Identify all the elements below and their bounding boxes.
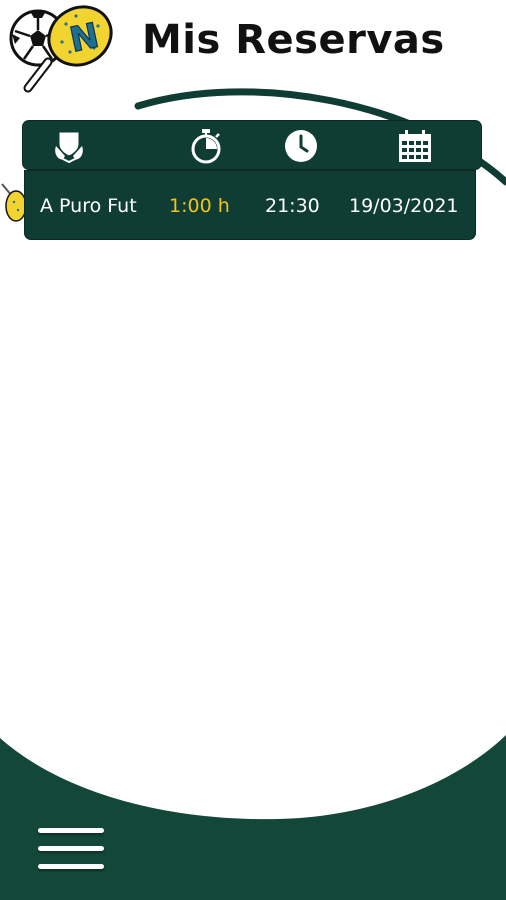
hamburger-menu-icon — [38, 828, 104, 833]
screen: N Mis Reservas A Puro Fut 1:00 h 21:30 1… — [0, 0, 506, 900]
reservation-venue: A Puro Fut — [40, 195, 137, 217]
reservation-time: 21:30 — [265, 195, 320, 217]
hamburger-menu-icon-bar-bottom — [38, 864, 104, 869]
row-logo-badge-icon — [1, 183, 26, 222]
reservation-date: 19/03/2021 — [349, 195, 459, 217]
reservation-row[interactable]: A Puro Fut 1:00 h 21:30 19/03/2021 — [24, 170, 476, 240]
reservations-table-header — [22, 120, 482, 170]
calendar-icon — [399, 130, 431, 162]
menu-button[interactable] — [34, 820, 110, 876]
trophy-shield-icon — [55, 131, 83, 164]
stopwatch-icon — [191, 129, 221, 164]
clock-icon — [285, 130, 317, 162]
page-title: Mis Reservas — [142, 17, 445, 63]
app-logo: N — [9, 5, 113, 93]
hamburger-menu-icon-bar-middle — [38, 846, 104, 851]
reservation-duration: 1:00 h — [169, 195, 230, 217]
